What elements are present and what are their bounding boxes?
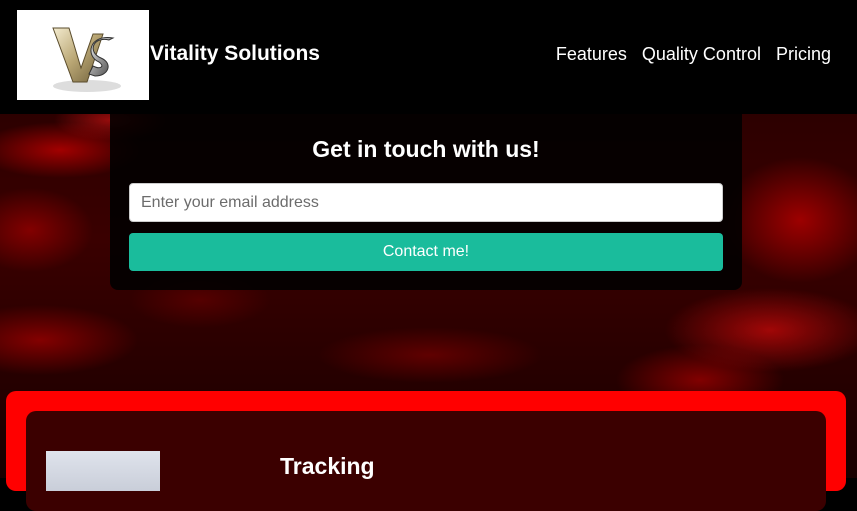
site-header: Vitality Solutions Features Quality Cont… [0,0,857,114]
vs-logo[interactable] [17,10,149,100]
logo-icon [52,27,121,92]
main-nav: Features Quality Control Pricing [556,44,831,65]
features-section: Tracking [6,391,846,511]
contact-me-button[interactable]: Contact me! [129,233,723,271]
nav-link-quality-control[interactable]: Quality Control [642,44,761,65]
brand-name: Vitality Solutions [150,42,320,65]
feature-title: Tracking [280,453,375,479]
contact-form: Get in touch with us! Contact me! [110,114,742,290]
contact-heading: Get in touch with us! [312,136,540,162]
email-input[interactable] [129,183,723,222]
nav-link-pricing[interactable]: Pricing [776,44,831,65]
feature-image [46,451,160,491]
nav-link-features[interactable]: Features [556,44,627,65]
feature-card-tracking: Tracking [26,411,826,511]
